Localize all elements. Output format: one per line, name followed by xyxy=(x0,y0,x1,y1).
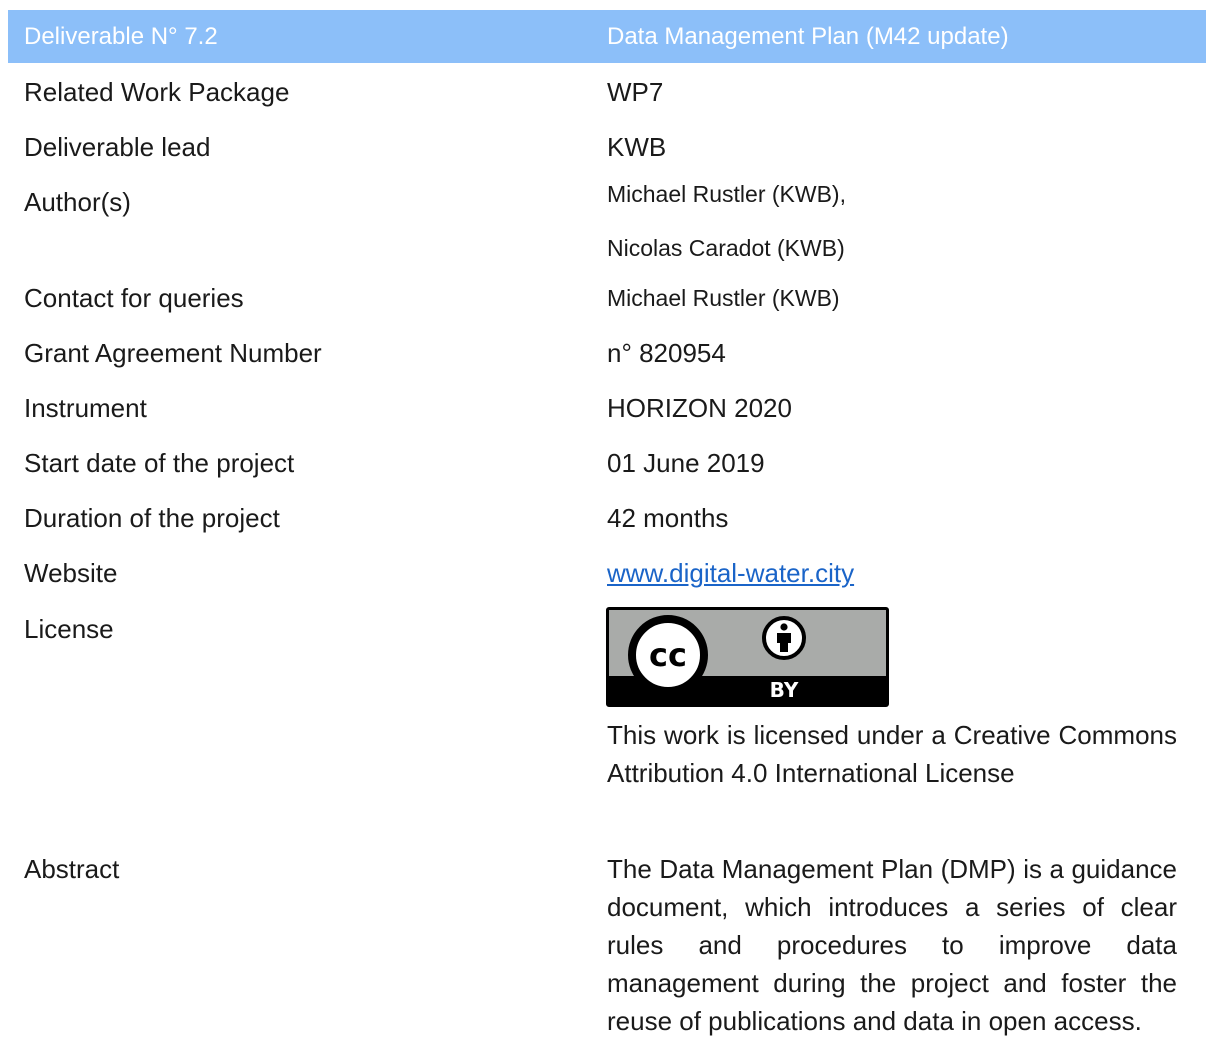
abstract-label: Abstract xyxy=(24,854,120,884)
abstract-text: The Data Management Plan (DMP) is a guid… xyxy=(607,854,1177,1036)
deliverable-number: Deliverable N° 7.2 xyxy=(24,23,218,50)
cc-icon-text: cc xyxy=(649,636,687,674)
authors-label: Author(s) xyxy=(24,187,131,217)
start-date-label: Start date of the project xyxy=(24,448,295,478)
work-package-value: WP7 xyxy=(607,77,664,107)
deliverable-lead-label: Deliverable lead xyxy=(24,132,211,162)
cc-by-license-badge[interactable]: cc BY xyxy=(606,607,889,707)
author-1: Michael Rustler (KWB), xyxy=(607,181,846,207)
grant-label: Grant Agreement Number xyxy=(24,338,322,368)
instrument-label: Instrument xyxy=(24,393,147,423)
deliverable-lead-value: KWB xyxy=(607,132,667,162)
license-description: This work is licensed under a Creative C… xyxy=(607,720,1177,788)
attribution-person-icon xyxy=(762,616,806,660)
duration-value: 42 months xyxy=(607,503,729,533)
grant-value: n° 820954 xyxy=(607,338,726,368)
website-link[interactable]: www.digital-water.city xyxy=(607,557,854,589)
start-date-value: 01 June 2019 xyxy=(607,448,765,478)
duration-label: Duration of the project xyxy=(24,503,280,533)
website-label: Website xyxy=(24,558,118,588)
instrument-value: HORIZON 2020 xyxy=(607,393,792,423)
license-label: License xyxy=(24,614,114,644)
deliverable-header-bar: Deliverable N° 7.2 Data Management Plan … xyxy=(8,10,1206,63)
deliverable-title: Data Management Plan (M42 update) xyxy=(607,23,1009,50)
work-package-label: Related Work Package xyxy=(24,77,290,107)
contact-value: Michael Rustler (KWB) xyxy=(607,285,840,311)
author-2: Nicolas Caradot (KWB) xyxy=(607,235,845,261)
by-label: BY xyxy=(769,678,799,702)
contact-label: Contact for queries xyxy=(24,283,244,313)
cc-icon: cc xyxy=(628,615,708,695)
